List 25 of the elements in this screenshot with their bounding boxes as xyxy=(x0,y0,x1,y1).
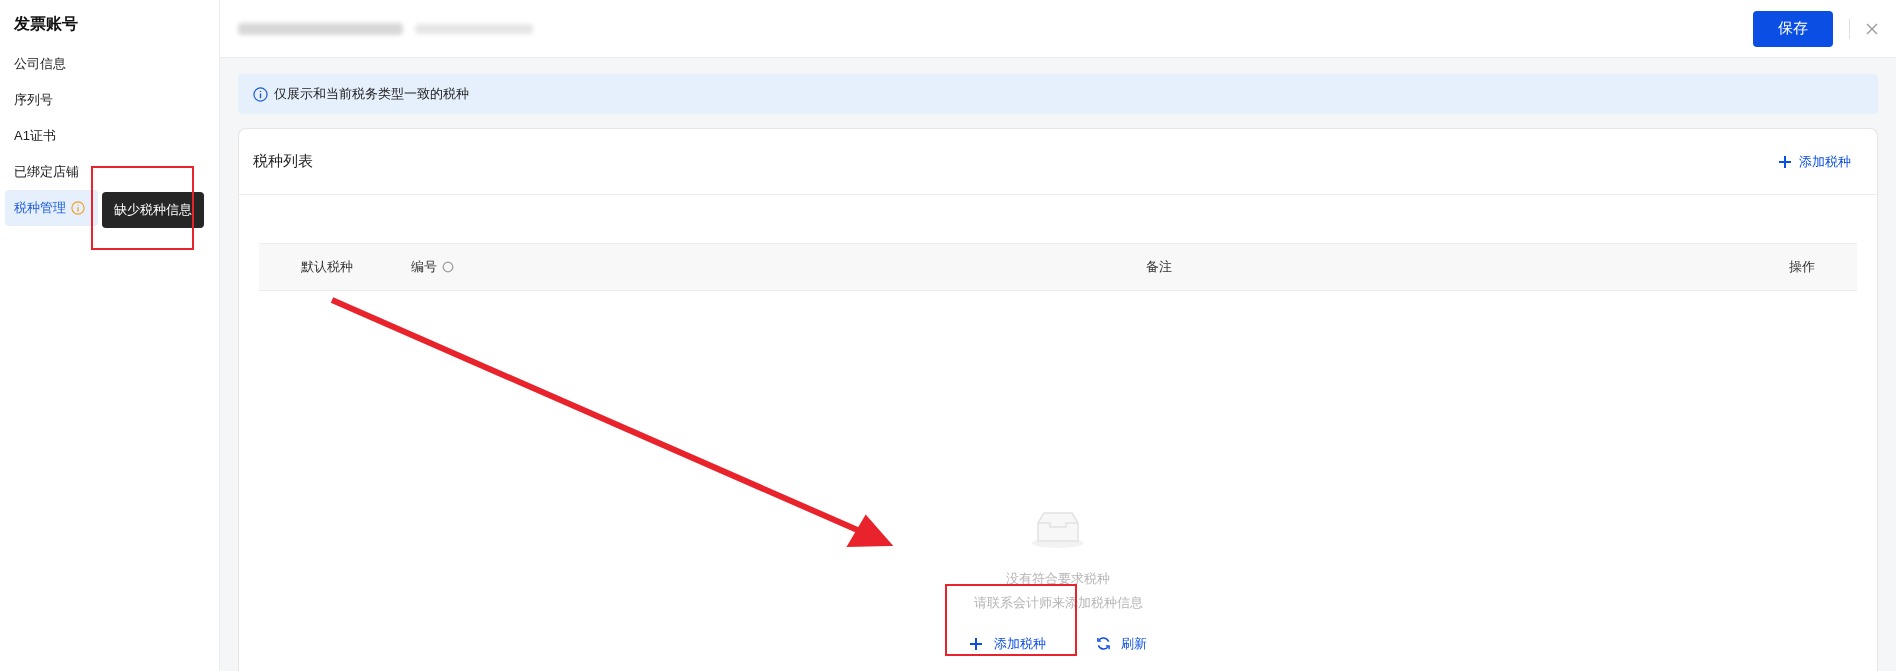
refresh-icon xyxy=(1095,636,1111,652)
plus-icon xyxy=(1779,155,1791,168)
empty-inbox-icon xyxy=(1030,509,1086,549)
column-header: 操作 xyxy=(1789,258,1815,277)
card-title: 税种列表 xyxy=(253,151,313,172)
sidebar-item[interactable]: 序列号 xyxy=(5,82,98,118)
close-icon[interactable] xyxy=(1866,22,1878,35)
info-icon xyxy=(253,86,268,102)
refresh-button[interactable]: 刷新 xyxy=(1095,634,1147,654)
sidebar-title: 发票账号 xyxy=(13,14,79,34)
plus-icon xyxy=(969,637,982,650)
sidebar-item[interactable]: 税种管理 xyxy=(5,190,98,226)
add-tax-button[interactable]: 添加税种 xyxy=(969,634,1046,654)
sidebar-item[interactable]: 已绑定店铺 xyxy=(5,154,98,190)
empty-title: 没有符合要求税种 xyxy=(1006,570,1110,588)
info-text: 仅展示和当前税务类型一致的税种 xyxy=(274,85,469,104)
sort-icon[interactable] xyxy=(442,261,454,273)
save-button[interactable]: 保存 xyxy=(1753,10,1833,47)
sidebar-item[interactable]: 公司信息 xyxy=(5,46,98,82)
column-header: 编号 xyxy=(411,258,437,277)
add-tax-button[interactable]: 添加税种 xyxy=(1779,151,1863,172)
sidebar-item[interactable]: A1证书 xyxy=(5,118,98,154)
column-header: 备注 xyxy=(1146,258,1172,277)
column-header: 默认税种 xyxy=(301,258,353,277)
tooltip: 缺少税种信息 xyxy=(102,192,204,228)
